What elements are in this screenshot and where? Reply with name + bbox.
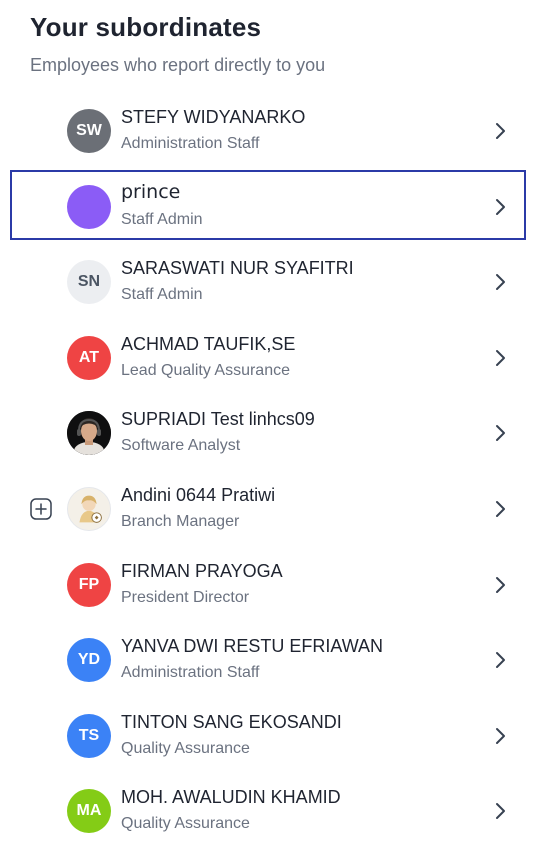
avatar: FP [67,562,111,607]
person-illustration-icon [68,487,110,530]
subordinate-row-selected[interactable]: prince Staff Admin [0,169,534,245]
avatar-initials: TS [78,726,100,744]
employee-role: Software Analyst [121,437,241,455]
plus-square-icon[interactable] [30,498,52,520]
employee-role: Administration Staff [121,664,260,682]
employee-role: Branch Manager [121,512,240,530]
chevron-right-icon[interactable] [493,273,507,291]
employee-name: prince [121,180,181,203]
chevron-right-icon[interactable] [493,576,507,594]
employee-name: SUPRIADI Test linhcs09 [121,409,315,430]
avatar: SN [67,260,111,305]
subordinate-row[interactable]: FP FIRMAN PRAYOGA President Director [0,547,534,623]
employee-name: Andini 0644 Pratiwi [121,484,276,505]
avatar-illustration [67,486,111,531]
avatar: SW [67,109,111,153]
avatar: MA [67,789,111,834]
avatar: AT [67,335,111,380]
page-title: Your subordinates [30,12,262,42]
employee-name: MOH. AWALUDIN KHAMID [121,787,341,808]
person-headset-icon [67,411,111,456]
employee-name: SARASWATI NUR SYAFITRI [121,258,354,279]
subordinate-row[interactable]: SW STEFY WIDYANARKO Administration Staff [0,93,534,169]
employee-name: FIRMAN PRAYOGA [121,560,283,581]
employee-role: Staff Admin [121,286,203,304]
employee-name: ACHMAD TAUFIK,SE [121,333,296,354]
employee-name: YANVA DWI RESTU EFRIAWAN [121,636,384,657]
chevron-right-icon[interactable] [493,122,507,140]
chevron-right-icon[interactable] [493,424,507,442]
subordinate-row[interactable]: SUPRIADI Test linhcs09 Software Analyst [0,395,534,471]
avatar-initials: FP [78,575,100,593]
avatar-initials: AT [78,348,100,366]
chevron-right-icon[interactable] [493,651,507,669]
employee-name: STEFY WIDYANARKO [121,107,306,127]
employee-role: Staff Admin [121,210,203,228]
avatar-photo [67,411,111,456]
subordinate-row[interactable]: TS TINTON SANG EKOSANDI Quality Assuranc… [0,698,534,774]
employee-role: Quality Assurance [121,815,250,833]
avatar: YD [67,638,111,683]
chevron-right-icon[interactable] [493,802,507,820]
employee-role: Administration Staff [121,135,260,152]
chevron-right-icon[interactable] [493,727,507,745]
avatar-initials: SN [77,273,101,291]
avatar [67,184,111,229]
subordinate-row[interactable]: YD YANVA DWI RESTU EFRIAWAN Administrati… [0,622,534,698]
avatar-initials: YD [77,651,101,669]
subordinate-row[interactable]: AT ACHMAD TAUFIK,SE Lead Quality Assuran… [0,320,534,396]
chevron-right-icon[interactable] [493,349,507,367]
employee-name: TINTON SANG EKOSANDI [121,711,342,732]
subordinate-list: SW STEFY WIDYANARKO Administration Staff… [0,93,534,849]
chevron-right-icon[interactable] [493,198,507,216]
employee-role: President Director [121,588,250,606]
employee-role: Lead Quality Assurance [121,361,290,379]
page-subtitle: Employees who report directly to you [30,55,326,75]
avatar-initials: SW [76,122,102,139]
employee-role: Quality Assurance [121,739,250,757]
subordinate-row[interactable]: SN SARASWATI NUR SYAFITRI Staff Admin [0,244,534,320]
avatar: TS [67,713,111,758]
subordinate-row[interactable]: MA MOH. AWALUDIN KHAMID Quality Assuranc… [0,773,534,849]
chevron-right-icon[interactable] [493,500,507,518]
avatar-initials: MA [76,802,102,820]
subordinate-row[interactable]: Andini 0644 Pratiwi Branch Manager [0,471,534,547]
